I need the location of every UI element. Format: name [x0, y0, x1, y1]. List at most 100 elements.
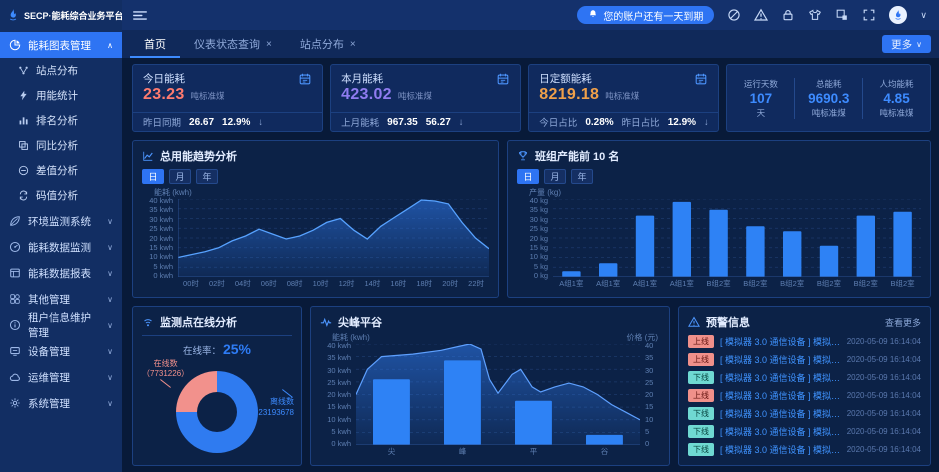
tshirt-icon[interactable] [808, 8, 822, 22]
sidebar-subitem[interactable]: 用能统计 [0, 83, 122, 108]
status-badge: 上线 [688, 335, 714, 348]
sidebar-item-label: 运维管理 [28, 370, 70, 385]
stat-人均能耗: 人均能耗4.85吨标准煤 [862, 78, 930, 119]
sidebar-subitem-label: 码值分析 [36, 188, 78, 203]
stat-运行天数: 运行天数107天 [727, 78, 794, 119]
period-tab-月[interactable]: 月 [544, 169, 566, 184]
account-expiry-notice[interactable]: 您的账户还有一天到期 [577, 6, 714, 24]
sidebar-item[interactable]: 租户信息维护管理∨ [0, 312, 122, 338]
charts-row-1: 总用能趋势分析 日月年 能耗 (kwh) 40 kwh35 kwh30 kwh2… [132, 140, 931, 298]
x-tick: B组2室 [700, 278, 737, 289]
dashboard-content: 今日能耗23.23吨标准煤昨日同期26.6712.9%↓本月能耗423.02吨标… [122, 58, 939, 472]
panel-head: 监测点在线分析 [142, 314, 292, 336]
compare-squares-icon [18, 140, 29, 151]
calendar-today-icon [298, 72, 312, 86]
tab-label: 站点分布 [300, 36, 344, 52]
tab-站点分布[interactable]: 站点分布 × [286, 30, 370, 58]
menu-collapse-icon[interactable] [132, 9, 148, 22]
sidebar-subitem[interactable]: 排名分析 [0, 108, 122, 133]
status-badge: 下线 [688, 371, 714, 384]
sidebar-item[interactable]: 能耗数据报表∨ [0, 260, 122, 286]
slash-circle-icon[interactable] [727, 8, 741, 22]
user-avatar[interactable] [889, 6, 907, 24]
sidebar-item[interactable]: 能耗数据监测∨ [0, 234, 122, 260]
sidebar-item[interactable]: 运维管理∨ [0, 364, 122, 390]
close-tab-icon[interactable]: × [350, 39, 356, 50]
kpi-footer: 昨日同期26.6712.9%↓ [133, 112, 322, 131]
windows-stack-icon[interactable] [835, 8, 849, 22]
brand[interactable]: SECP·能耗综合业务平台 [0, 0, 122, 30]
open-tabs: 首页仪表状态查询 × 站点分布 × [130, 30, 370, 58]
fullscreen-icon[interactable] [862, 8, 876, 22]
close-tab-icon[interactable]: × [266, 39, 272, 50]
leaf-icon [9, 215, 21, 227]
sidebar-item[interactable]: 设备管理∨ [0, 338, 122, 364]
y-axis-ticks-left: 40 kwh35 kwh30 kwh25 kwh20 kwh15 kwh10 k… [320, 341, 356, 448]
period-tabs-trend: 日月年 [142, 169, 489, 184]
sidebar-subitem[interactable]: 差值分析 [0, 158, 122, 183]
lock-icon[interactable] [781, 8, 795, 22]
chevron-icon: ∨ [107, 399, 113, 408]
tab-仪表状态查询[interactable]: 仪表状态查询 × [180, 30, 286, 58]
alert-text: [ 模拟器 3.0 通信设备 ] 模拟器 3.0... [720, 335, 841, 348]
sidebar-subitem[interactable]: 同比分析 [0, 133, 122, 158]
sidebar: SECP·能耗综合业务平台 能耗图表管理∧站点分布用能统计排名分析同比分析差值分… [0, 0, 122, 472]
stats-panel: 运行天数107天总能耗9690.3吨标准煤人均能耗4.85吨标准煤 [726, 64, 931, 132]
alert-row[interactable]: 下线[ 模拟器 3.0 通信设备 ] 模拟器 3.0...2020-05-09 … [688, 425, 921, 438]
alert-row[interactable]: 上线[ 模拟器 3.0 通信设备 ] 模拟器 3.0...2020-05-09 … [688, 389, 921, 402]
panel-title: 监测点在线分析 [160, 314, 237, 330]
topbar: 您的账户还有一天到期 ∨ [122, 0, 939, 30]
view-more-link[interactable]: 查看更多 [885, 316, 921, 329]
alert-time: 2020-05-09 16:14:04 [847, 445, 921, 454]
sidebar-item[interactable]: 其他管理∨ [0, 286, 122, 312]
sidebar-item[interactable]: 系统管理∨ [0, 390, 122, 416]
tab-label: 仪表状态查询 [194, 36, 260, 52]
more-button[interactable]: 更多 ∨ [882, 35, 931, 53]
more-button-label: 更多 [891, 37, 912, 52]
gear-icon [9, 397, 21, 409]
chevron-icon: ∨ [107, 347, 113, 356]
alert-row[interactable]: 上线[ 模拟器 3.0 通信设备 ] 模拟器 3.0...2020-05-09 … [688, 353, 921, 366]
period-tab-日[interactable]: 日 [517, 169, 539, 184]
sidebar-item[interactable]: 能耗图表管理∧ [0, 32, 122, 58]
alert-row[interactable]: 上线[ 模拟器 3.0 通信设备 ] 模拟器 3.0...2020-05-09 … [688, 335, 921, 348]
chevron-icon: ∨ [107, 269, 113, 278]
x-tick: 06时 [256, 278, 282, 289]
sidebar-subitem-label: 同比分析 [36, 138, 78, 153]
alert-row[interactable]: 下线[ 模拟器 3.0 通信设备 ] 模拟器 3.0...2020-05-09 … [688, 407, 921, 420]
x-axis-labels: 尖峰平谷 [356, 445, 640, 458]
sidebar-subitem[interactable]: 码值分析 [0, 183, 122, 208]
period-tab-年[interactable]: 年 [196, 169, 218, 184]
sidebar-subitem-label: 排名分析 [36, 113, 78, 128]
trophy-icon [517, 150, 529, 162]
period-tab-日[interactable]: 日 [142, 169, 164, 184]
topbar-actions: 您的账户还有一天到期 ∨ [577, 6, 927, 24]
online-rate-label: 在线率： [183, 346, 221, 357]
chevron-down-icon[interactable]: ∨ [920, 10, 927, 21]
stat-unit: 吨标准煤 [795, 107, 862, 119]
chevron-icon: ∨ [107, 243, 113, 252]
panel-head: 预警信息 查看更多 [688, 314, 921, 330]
cloud-icon [9, 371, 21, 383]
pulse-icon [320, 316, 332, 328]
alert-row[interactable]: 下线[ 模拟器 3.0 通信设备 ] 模拟器 3.0...2020-05-09 … [688, 443, 921, 456]
x-tick: 14时 [359, 278, 385, 289]
tab-首页[interactable]: 首页 [130, 30, 180, 58]
alert-text: [ 模拟器 3.0 通信设备 ] 模拟器 3.0... [720, 407, 841, 420]
warning-triangle-icon[interactable] [754, 8, 768, 22]
alert-row[interactable]: 下线[ 模拟器 3.0 通信设备 ] 模拟器 3.0...2020-05-09 … [688, 371, 921, 384]
sidebar-subitem[interactable]: 站点分布 [0, 58, 122, 83]
panel-alerts: 预警信息 查看更多 上线[ 模拟器 3.0 通信设备 ] 模拟器 3.0...2… [678, 306, 931, 466]
warning-triangle-icon [688, 316, 700, 328]
offline-count-label: 离线数23193678 [258, 393, 294, 418]
kpi-footer-label: 昨日同期 [143, 115, 181, 129]
period-tab-月[interactable]: 月 [169, 169, 191, 184]
online-rate-value: 25% [223, 341, 251, 357]
x-tick: 峰 [427, 446, 498, 457]
x-tick: 12时 [334, 278, 360, 289]
kpi-footer-arrow: ↓ [459, 117, 464, 128]
period-tab-年[interactable]: 年 [571, 169, 593, 184]
x-tick: 谷 [569, 446, 640, 457]
stat-总能耗: 总能耗9690.3吨标准煤 [794, 78, 862, 119]
sidebar-item[interactable]: 环境监测系统∨ [0, 208, 122, 234]
